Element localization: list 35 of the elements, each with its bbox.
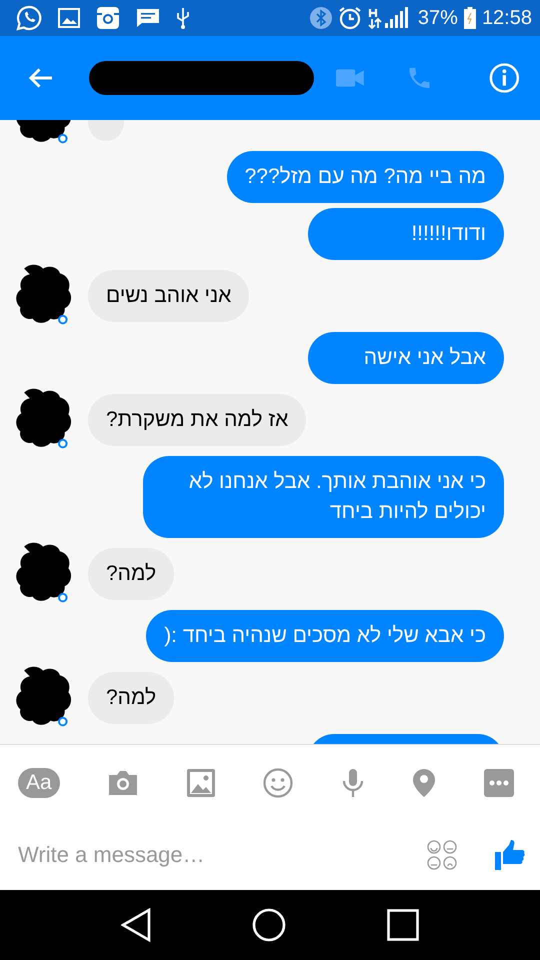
camera-icon[interactable]	[107, 768, 140, 796]
message-icon	[136, 8, 160, 28]
battery-percent: 37%	[418, 6, 458, 30]
received-message: למה?	[88, 672, 174, 724]
thumbs-up-icon[interactable]	[494, 839, 526, 871]
back-arrow-icon[interactable]	[28, 67, 53, 89]
sent-message: כי אבא שלי לא מסכים שנהיה ביחד :(	[146, 610, 504, 662]
clock-time: 12:58	[482, 6, 532, 30]
info-icon[interactable]	[489, 62, 520, 94]
back-icon[interactable]	[120, 908, 151, 942]
camera-icon	[96, 6, 120, 30]
alarm-icon	[338, 6, 362, 30]
image-icon[interactable]	[187, 768, 216, 796]
battery-icon	[464, 7, 476, 29]
received-message: אז למה את משקרת?	[88, 394, 306, 446]
home-icon[interactable]	[252, 908, 286, 942]
smiley-icon[interactable]	[262, 768, 293, 798]
emoji-grid-icon[interactable]	[426, 839, 458, 871]
more-icon[interactable]	[484, 768, 514, 796]
bluetooth-icon	[310, 7, 332, 29]
sent-message: אבל אני אישה	[308, 332, 504, 384]
sent-message: ודודו!!!!!!	[308, 208, 504, 260]
video-camera-icon[interactable]	[336, 68, 364, 88]
recent-apps-icon[interactable]	[387, 909, 420, 941]
location-pin-icon[interactable]	[412, 768, 436, 798]
usb-icon	[176, 7, 190, 29]
received-message: למה?	[88, 548, 174, 600]
microphone-icon[interactable]	[340, 768, 365, 798]
image-icon	[58, 8, 80, 28]
chat-bubble-icon	[16, 5, 42, 31]
text-style-button[interactable]: Aa	[18, 768, 60, 798]
received-message: אני אוהב נשים	[88, 270, 250, 322]
sent-message: מה ביי מה? מה עם מזל???	[226, 151, 504, 203]
sent-message: כי אני אוהבת אותך. אבל אנחנו לא יכולים להיות ביחד	[143, 456, 504, 538]
message-input[interactable]: Write a message…	[18, 842, 390, 868]
